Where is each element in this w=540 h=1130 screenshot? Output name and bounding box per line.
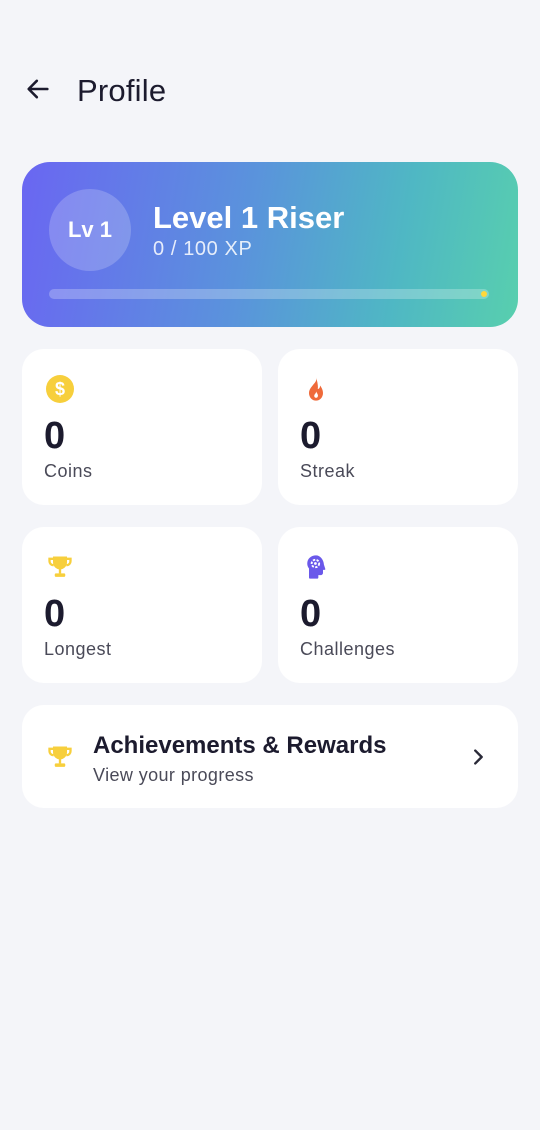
stat-card-streak: 0 Streak	[278, 349, 518, 505]
level-title: Level 1 Riser	[153, 200, 345, 235]
svg-text:$: $	[55, 379, 65, 399]
coins-label: Coins	[44, 461, 93, 481]
trophy-icon	[44, 741, 76, 773]
fire-icon	[300, 373, 332, 405]
level-badge: Lv 1	[49, 189, 131, 271]
challenges-value: 0	[300, 593, 322, 635]
challenges-label: Challenges	[300, 639, 396, 659]
xp-progress-text: 0 / 100 XP	[153, 238, 253, 260]
chevron-right-icon	[464, 743, 492, 771]
achievements-subtitle: View your progress	[93, 765, 254, 785]
stat-card-challenges: 0 Challenges	[278, 527, 518, 683]
coin-icon: $	[44, 373, 76, 405]
achievements-rewards-item[interactable]: Achievements & Rewards View your progres…	[22, 705, 518, 808]
page-title: Profile	[77, 73, 167, 108]
app-header: Profile	[0, 60, 540, 122]
achievements-title: Achievements & Rewards	[93, 732, 387, 759]
level-card: Lv 1 Level 1 Riser 0 / 100 XP	[22, 162, 518, 327]
longest-value: 0	[44, 593, 66, 635]
brain-gear-icon	[300, 551, 332, 583]
streak-value: 0	[300, 415, 322, 457]
coins-value: 0	[44, 415, 66, 457]
trophy-icon	[44, 551, 76, 583]
back-button[interactable]	[18, 71, 58, 111]
longest-label: Longest	[44, 639, 112, 659]
xp-progress-bar	[49, 289, 489, 299]
streak-label: Streak	[300, 461, 356, 481]
xp-progress-dot	[481, 291, 487, 297]
arrow-left-icon	[24, 75, 52, 108]
stat-card-coins: $ 0 Coins	[22, 349, 262, 505]
stat-card-longest: 0 Longest	[22, 527, 262, 683]
